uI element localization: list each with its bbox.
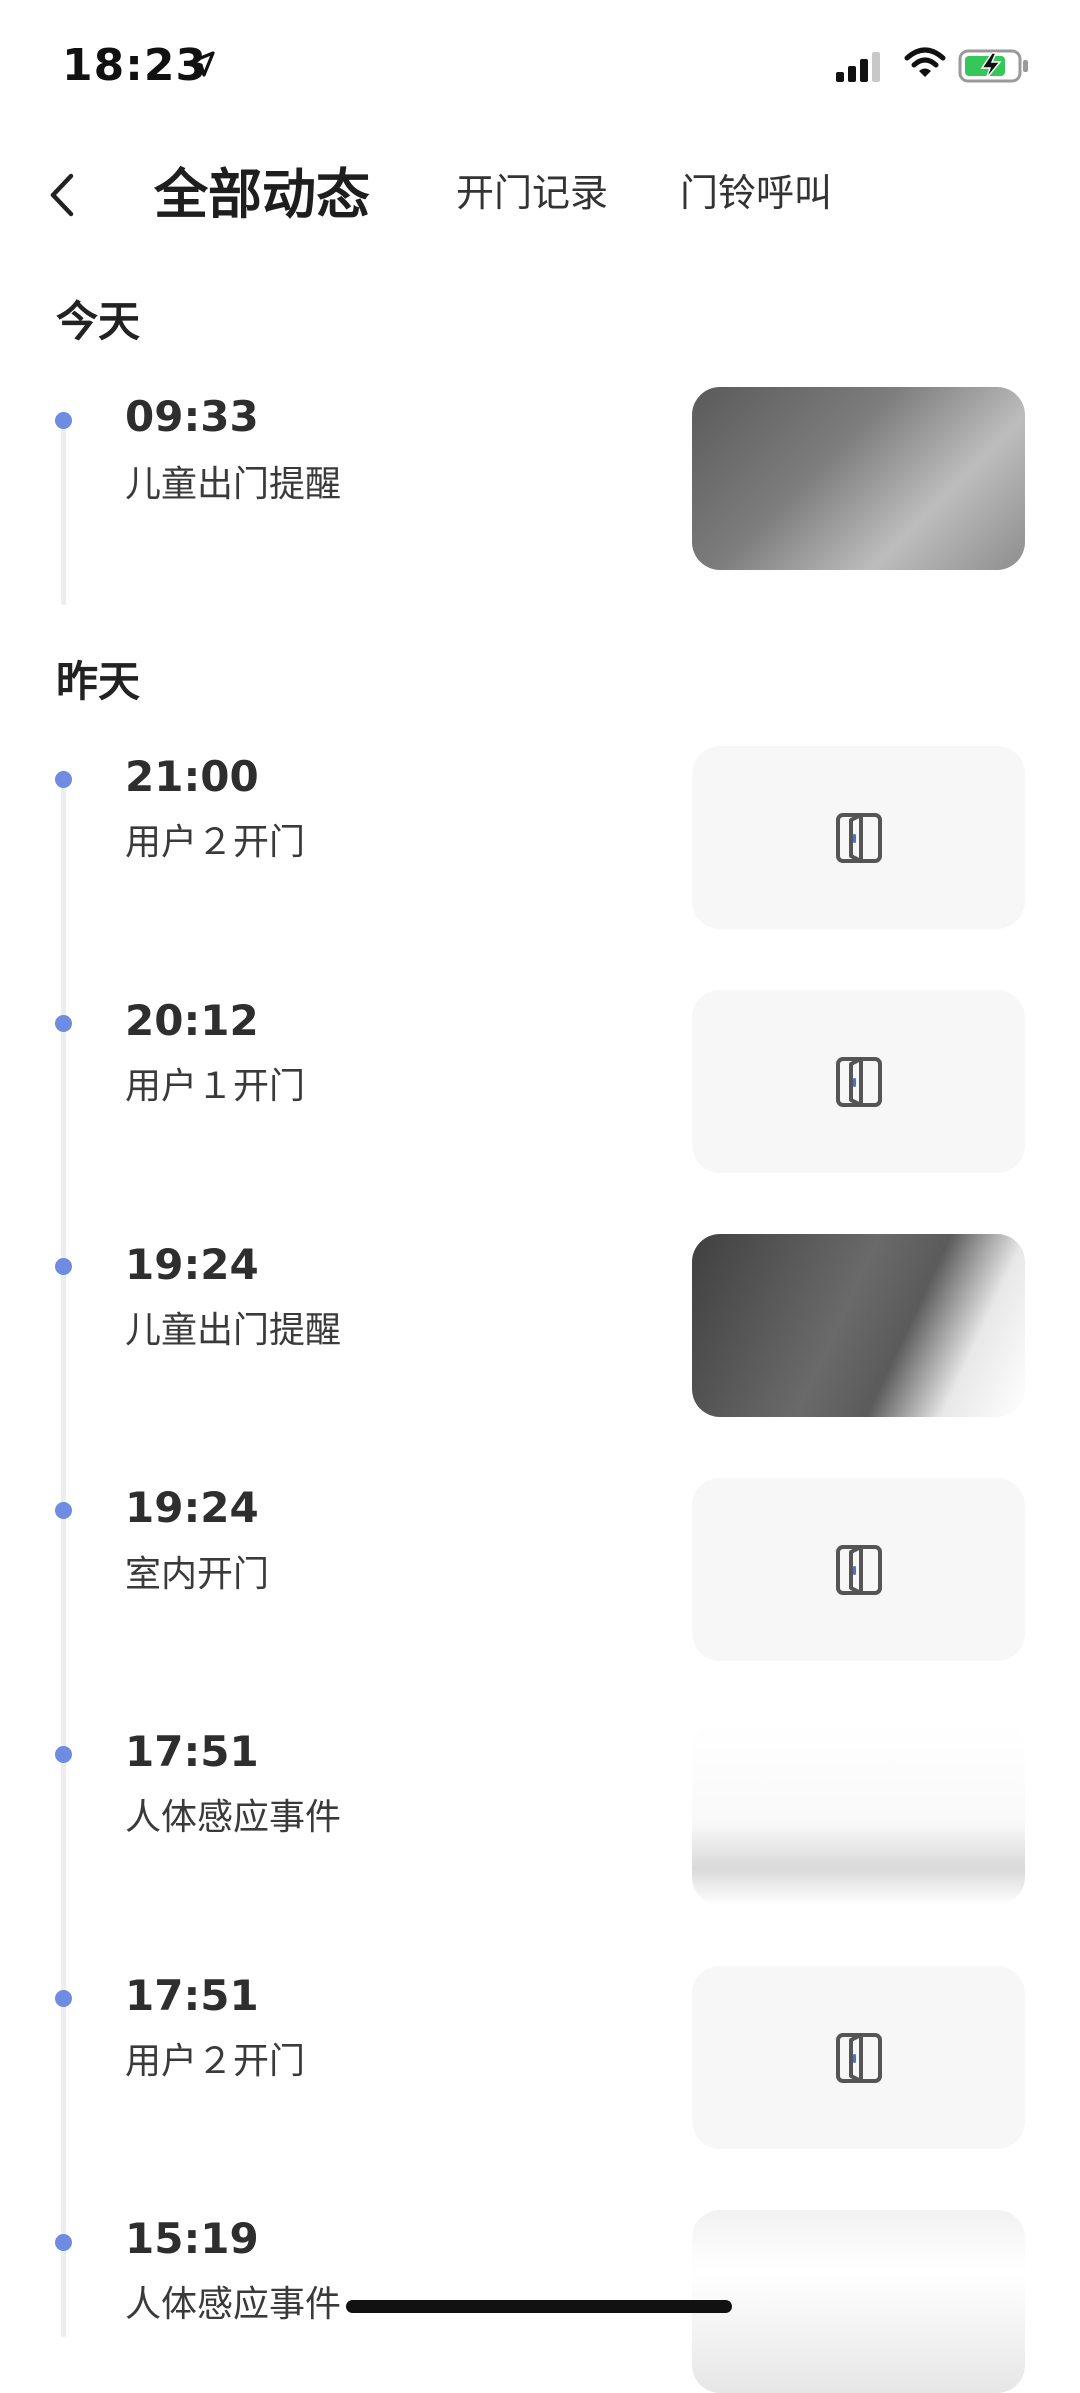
camera-snapshot-thumbnail[interactable] — [692, 1722, 1025, 1905]
tab-all-activity[interactable]: 全部动态 — [154, 150, 370, 229]
door-icon — [835, 1056, 882, 1107]
wifi-icon — [904, 47, 946, 77]
door-icon — [835, 2032, 882, 2083]
section-label-today: 今天 — [56, 297, 141, 346]
home-indicator — [346, 2300, 732, 2313]
event-time: 21:00 — [125, 752, 259, 801]
location-arrow-icon — [189, 51, 215, 77]
event-time: 15:19 — [125, 2214, 259, 2263]
camera-snapshot-thumbnail[interactable] — [692, 1234, 1025, 1417]
chevron-left-icon — [50, 173, 74, 217]
door-thumbnail[interactable] — [692, 1478, 1025, 1661]
event-time: 17:51 — [125, 1971, 259, 2020]
battery-charging-icon — [958, 49, 1028, 83]
event-description: 儿童出门提醒 — [125, 1310, 342, 1351]
status-bar: 18:23 — [0, 0, 1080, 130]
event-description: 儿童出门提醒 — [125, 464, 342, 505]
event-time: 19:24 — [125, 1240, 259, 1289]
event-time: 20:12 — [125, 996, 259, 1045]
camera-snapshot-thumbnail[interactable] — [692, 387, 1025, 570]
timeline-dot — [55, 412, 72, 429]
event-description: 用户２开门 — [125, 822, 306, 863]
event-description: 人体感应事件 — [125, 1797, 342, 1838]
cellular-signal-icon — [836, 52, 880, 82]
tab-unlock-records[interactable]: 开门记录 — [456, 162, 608, 217]
timeline-dot — [55, 1502, 72, 1519]
event-description: 用户２开门 — [125, 2041, 306, 2082]
event-description: 用户１开门 — [125, 1066, 306, 1107]
timeline-dot — [55, 1746, 72, 1763]
tab-doorbell-calls[interactable]: 门铃呼叫 — [680, 162, 832, 217]
door-icon — [835, 1544, 882, 1595]
timeline-dot — [55, 1990, 72, 2007]
timeline-line — [61, 770, 66, 2337]
status-time: 18:23 — [62, 40, 208, 91]
timeline-dot — [55, 1015, 72, 1032]
door-thumbnail[interactable] — [692, 746, 1025, 929]
door-thumbnail[interactable] — [692, 1966, 1025, 2149]
timeline-dot — [55, 771, 72, 788]
nav-bar: 全部动态 开门记录 门铃呼叫 — [0, 140, 1080, 250]
event-time: 09:33 — [125, 392, 259, 441]
section-label-yesterday: 昨天 — [56, 657, 141, 706]
camera-snapshot-thumbnail[interactable] — [692, 2210, 1025, 2393]
timeline-dot — [55, 1258, 72, 1275]
event-time: 17:51 — [125, 1727, 259, 1776]
back-button[interactable] — [32, 160, 92, 230]
door-thumbnail[interactable] — [692, 990, 1025, 1173]
timeline-line — [61, 420, 66, 605]
event-description: 人体感应事件 — [125, 2284, 342, 2325]
door-icon — [835, 812, 882, 863]
timeline-dot — [55, 2234, 72, 2251]
event-time: 19:24 — [125, 1483, 259, 1532]
event-description: 室内开门 — [125, 1554, 270, 1595]
